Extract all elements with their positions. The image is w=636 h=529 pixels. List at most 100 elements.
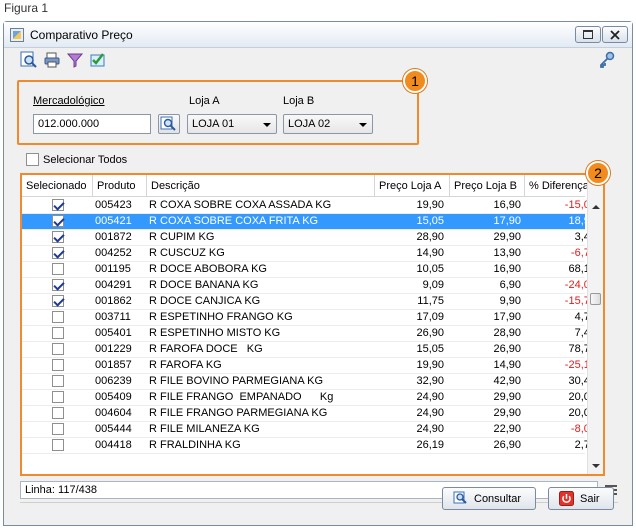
row-checkbox[interactable] [51, 390, 64, 403]
row-checkbox[interactable] [51, 214, 64, 227]
table-row[interactable]: 001862 R DOCE CANJICA KG 11,75 9,90 -15,74 [22, 294, 596, 310]
consultar-button[interactable]: Consultar [442, 487, 536, 510]
chevron-down-icon [263, 123, 271, 127]
col-header-descricao[interactable]: Descrição [147, 175, 375, 197]
table-row[interactable]: 004604 R FILE FRANGO PARMEGIANA KG 24,90 29… [22, 406, 596, 422]
filter-icon[interactable] [66, 51, 84, 69]
preco-a-cell: 19,90 [416, 359, 444, 371]
grid-rows: 005423 R COXA SOBRE COXA ASSADA KG 19,90 16… [22, 198, 596, 454]
preco-a-cell: 19,90 [416, 199, 444, 211]
preco-b-cell: 42,90 [493, 375, 521, 387]
window-title: Comparativo Preço [30, 28, 133, 42]
col-header-produto[interactable]: Produto [93, 175, 147, 197]
table-row[interactable]: 005421 R COXA SOBRE COXA FRITA KG 15,05 17,… [22, 214, 596, 230]
row-checkbox[interactable] [51, 278, 64, 291]
table-row[interactable]: 004418 R FRALDINHA KG 26,19 26,90 2,71 [22, 438, 596, 454]
descricao-cell: R DOCE BANANA KG [149, 279, 259, 291]
badge-1: 1 [403, 69, 427, 93]
preco-b-cell: 28,90 [493, 327, 521, 339]
vertical-scrollbar[interactable] [587, 175, 603, 474]
loja-a-select[interactable]: LOJA 01 [187, 114, 277, 134]
preco-a-cell: 14,90 [416, 247, 444, 259]
check-all-icon[interactable] [89, 51, 107, 69]
diferenca-cell: -8,03 [570, 423, 596, 435]
row-select-cell[interactable] [22, 342, 93, 358]
row-select-cell[interactable] [22, 278, 93, 294]
row-checkbox[interactable] [51, 358, 64, 371]
close-button[interactable] [602, 26, 628, 43]
table-row[interactable]: 006239 R FILE BOVINO PARMEGIANA KG 32,90 42… [22, 374, 596, 390]
row-checkbox[interactable] [51, 246, 64, 259]
loja-b-select[interactable]: LOJA 02 [283, 114, 373, 134]
filter-group: Mercadológico 012.000.000 Loja A LOJA 01… [17, 80, 419, 145]
row-select-cell[interactable] [22, 326, 93, 342]
row-select-cell[interactable] [22, 390, 93, 406]
row-select-cell[interactable] [22, 294, 93, 310]
row-checkbox[interactable] [51, 230, 64, 243]
table-row[interactable]: 001872 R CUPIM KG 28,90 29,90 3,46 [22, 230, 596, 246]
table-row[interactable]: 001857 R FAROFA KG 19,90 14,90 -25,13 [22, 358, 596, 374]
search-button[interactable] [158, 114, 180, 134]
diferenca-cell: 68,16 [568, 263, 596, 275]
print-icon[interactable] [43, 51, 61, 69]
app-icon [10, 28, 24, 42]
row-select-cell[interactable] [22, 230, 93, 246]
row-checkbox[interactable] [51, 310, 64, 323]
row-select-cell[interactable] [22, 262, 93, 278]
row-select-cell[interactable] [22, 438, 93, 454]
sair-button[interactable]: Sair [548, 487, 614, 510]
preco-a-cell: 9,09 [422, 279, 444, 291]
row-checkbox[interactable] [51, 342, 64, 355]
preco-b-cell: 16,90 [493, 199, 521, 211]
preco-b-cell: 26,90 [493, 343, 521, 355]
row-checkbox[interactable] [51, 374, 64, 387]
row-checkbox[interactable] [51, 422, 64, 435]
col-header-selecionado[interactable]: Selecionado [22, 175, 93, 197]
preco-b-cell: 14,90 [493, 359, 521, 371]
row-checkbox[interactable] [51, 438, 64, 451]
table-row[interactable]: 004252 R CUSCUZ KG 14,90 13,90 -6,71 [22, 246, 596, 262]
row-checkbox[interactable] [51, 198, 64, 211]
table-row[interactable]: 001229 R FAROFA DOCE KG 15,05 26,90 78,74 [22, 342, 596, 358]
close-icon [610, 30, 620, 40]
table-row[interactable]: 005409 R FILE FRANGO EMPANADO Kg 24,90 29,9… [22, 390, 596, 406]
row-checkbox[interactable] [51, 262, 64, 275]
mercadologico-input[interactable]: 012.000.000 [33, 114, 151, 134]
table-row[interactable]: 004291 R DOCE BANANA KG 9,09 6,90 -24,09 [22, 278, 596, 294]
table-row[interactable]: 005401 R ESPETINHO MISTO KG 26,90 28,90 7,43 [22, 326, 596, 342]
scroll-up-icon[interactable] [592, 205, 600, 209]
loja-b-label: Loja B [283, 95, 315, 107]
checkbox[interactable] [26, 153, 39, 166]
badge-2: 2 [586, 161, 610, 185]
row-checkbox[interactable] [51, 294, 64, 307]
row-select-cell[interactable] [22, 374, 93, 390]
scroll-down-icon[interactable] [592, 464, 600, 468]
diferenca-cell: 3,46 [574, 231, 596, 243]
col-header-preco-a[interactable]: Preço Loja A [375, 175, 450, 197]
row-select-cell[interactable] [22, 214, 93, 230]
restore-button[interactable] [575, 26, 601, 43]
descricao-cell: R FILE FRANGO PARMEGIANA KG [149, 407, 328, 419]
table-row[interactable]: 005423 R COXA SOBRE COXA ASSADA KG 19,90 16… [22, 198, 596, 214]
descricao-cell: R DOCE ABOBORA KG [149, 263, 267, 275]
preco-b-cell: 9,90 [499, 295, 521, 307]
table-row[interactable]: 001195 R DOCE ABOBORA KG 10,05 16,90 68,16 [22, 262, 596, 278]
col-header-preco-b[interactable]: Preço Loja B [450, 175, 525, 197]
table-row[interactable]: 005444 R FILE MILANEZA KG 24,90 22,90 -8,03 [22, 422, 596, 438]
figure-caption: Figura 1 [4, 1, 49, 15]
row-select-cell[interactable] [22, 246, 93, 262]
row-select-cell[interactable] [22, 358, 93, 374]
row-select-cell[interactable] [22, 422, 93, 438]
key-icon[interactable] [598, 51, 616, 69]
row-checkbox[interactable] [51, 326, 64, 339]
descricao-cell: R FILE FRANGO EMPANADO Kg [149, 391, 334, 403]
row-select-cell[interactable] [22, 406, 93, 422]
select-all-checkbox[interactable]: Selecionar Todos [26, 153, 127, 166]
row-select-cell[interactable] [22, 310, 93, 326]
preview-icon[interactable] [20, 51, 38, 69]
table-row[interactable]: 003711 R ESPETINHO FRANGO KG 17,09 17,90 4,7… [22, 310, 596, 326]
scroll-thumb[interactable] [590, 293, 601, 305]
row-checkbox[interactable] [51, 406, 64, 419]
row-select-cell[interactable] [22, 198, 93, 214]
grid-header: Selecionado Produto Descrição Preço Loja… [22, 175, 589, 197]
